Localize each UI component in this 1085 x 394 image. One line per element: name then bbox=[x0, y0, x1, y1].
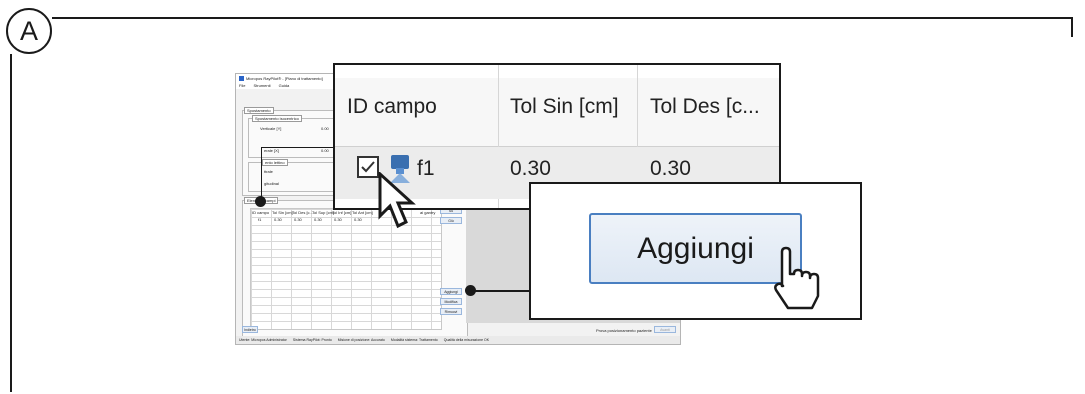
add-button[interactable]: Aggiungi bbox=[589, 213, 802, 284]
zoom-header-id: ID campo bbox=[347, 95, 437, 118]
menu-strumenti[interactable]: Strumenti bbox=[253, 83, 270, 88]
frame-top-line bbox=[52, 17, 1072, 19]
checkmark-icon bbox=[361, 161, 375, 173]
td-tol-inf: 0.30 bbox=[334, 217, 342, 222]
status-mode: Modalità sistema: Trattamento bbox=[390, 338, 438, 342]
back-button[interactable]: Indietro bbox=[242, 326, 258, 333]
connector-add-button bbox=[472, 290, 530, 292]
td-tol-sin: 0.30 bbox=[274, 217, 282, 222]
status-quality: Qualità della misurazione OK bbox=[443, 338, 490, 342]
th-tol-sin: Tol Sin [cm] bbox=[272, 210, 293, 215]
th-tol-des: Tol Des [c... bbox=[292, 210, 313, 215]
td-tol-ant: 0.30 bbox=[354, 217, 362, 222]
connector-table-horizontal bbox=[261, 147, 335, 148]
mouse-pointer-icon bbox=[378, 172, 416, 229]
angle-row-2: gitudinal bbox=[264, 181, 279, 186]
connector-table-vertical bbox=[261, 147, 262, 203]
zoom-cell-tol-des: 0.30 bbox=[650, 157, 691, 180]
lateral-value: 0.00 bbox=[321, 148, 329, 153]
th-tol-ant: Tol Ant [cm] bbox=[352, 210, 373, 215]
status-user: Utente: Micropos Administrator bbox=[239, 338, 287, 342]
zoom-header-tol-des: Tol Des [c... bbox=[650, 95, 760, 118]
connector-dot-add bbox=[465, 285, 476, 296]
gantry-label: ai gantry bbox=[420, 210, 436, 215]
field-checkbox[interactable] bbox=[357, 156, 379, 178]
status-bar: Utente: Micropos Administrator Sistema R… bbox=[236, 336, 680, 344]
td-tol-des: 0.30 bbox=[294, 217, 302, 222]
frame-left-line bbox=[10, 54, 12, 392]
vertical-label: Verticale [Y] bbox=[260, 126, 282, 131]
app-title: Micropos RayPilot® - [Piano di trattamen… bbox=[246, 75, 323, 81]
isocenter-legend: Spostamento isocentrico bbox=[252, 115, 302, 122]
menu-guida[interactable]: Guida bbox=[279, 83, 290, 88]
next-button[interactable]: Avanti bbox=[654, 326, 676, 333]
add-button-small[interactable]: Aggiungi bbox=[440, 288, 462, 295]
zoom-cell-tol-sin: 0.30 bbox=[510, 157, 551, 180]
status-position: Misione di posizione: Accurato bbox=[337, 338, 385, 342]
status-system: Sistema RayPilot: Pronto bbox=[292, 338, 332, 342]
step-badge: A bbox=[6, 8, 52, 54]
zoom-header-tol-sin: Tol Sin [cm] bbox=[510, 95, 619, 118]
hand-pointer-icon bbox=[774, 246, 820, 310]
td-id[interactable]: f1 bbox=[258, 217, 261, 222]
th-tol-sup: Tol Sup [cm] bbox=[312, 210, 335, 215]
edit-button-small[interactable]: Modifica bbox=[440, 298, 462, 305]
angle-legend: ento lettino bbox=[262, 159, 288, 166]
angle-row-1: ttrale bbox=[264, 169, 273, 174]
lateral-label: erale [X] bbox=[264, 148, 279, 153]
step-badge-letter: A bbox=[19, 15, 38, 46]
th-id: ID campo bbox=[252, 210, 270, 215]
menu-file[interactable]: File bbox=[239, 83, 245, 88]
spostamento-legend: Spostamento bbox=[244, 107, 274, 114]
app-icon bbox=[239, 75, 244, 81]
td-tol-sup: 0.30 bbox=[314, 217, 322, 222]
position-test-label: Prova posizionamento paziente bbox=[596, 328, 652, 333]
vertical-value: 0.00 bbox=[321, 126, 329, 131]
down-button[interactable]: Giù bbox=[440, 217, 462, 224]
frame-top-right-corner bbox=[1071, 17, 1073, 37]
connector-dot-table bbox=[255, 196, 266, 207]
th-tol-inf: Tol Inf [cm] bbox=[332, 210, 352, 215]
remove-button-small[interactable]: Rimuovi bbox=[440, 308, 462, 315]
